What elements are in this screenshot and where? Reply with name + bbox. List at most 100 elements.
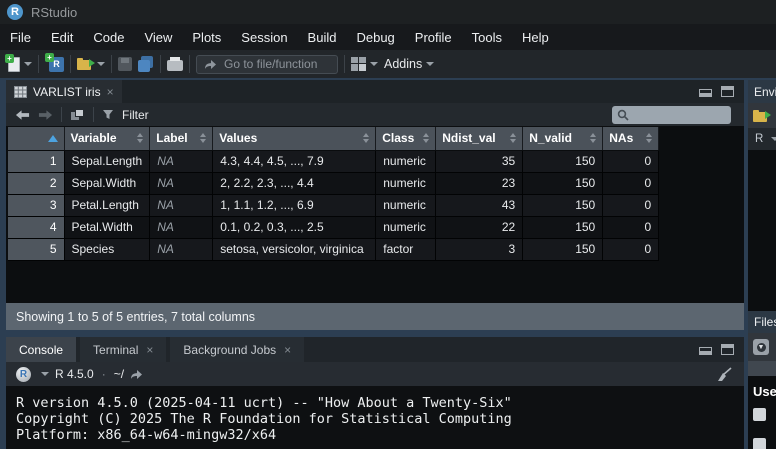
tab-environment[interactable]: Environment: [754, 85, 776, 99]
minimize-icon[interactable]: [699, 347, 712, 355]
column-header-class[interactable]: Class: [376, 127, 436, 150]
r-version-label[interactable]: R 4.5.0: [55, 367, 94, 381]
go-to-file-function-input[interactable]: Go to file/function: [196, 55, 338, 74]
console-pane-tab-bar: Console Terminal × Background Jobs ×: [6, 337, 744, 362]
open-file-button[interactable]: [77, 58, 105, 70]
files-toolbar: ▼: [748, 333, 776, 361]
maximize-icon[interactable]: [721, 86, 734, 97]
filter-label[interactable]: Filter: [122, 108, 149, 122]
menu-view[interactable]: View: [134, 30, 182, 45]
table-row[interactable]: 1 Sepal.Length NA 4.3, 4.4, 4.5, ..., 7.…: [8, 150, 659, 172]
menu-edit[interactable]: Edit: [41, 30, 83, 45]
environment-content: [748, 150, 776, 311]
toolbar-separator: [38, 55, 39, 73]
navigate-directory-icon[interactable]: [130, 369, 143, 380]
tab-varlist-iris[interactable]: VARLIST iris ×: [6, 80, 122, 103]
print-icon: [167, 60, 183, 71]
cell-values: 4.3, 4.4, 4.5, ..., 7.9: [213, 150, 376, 172]
row-number: 4: [8, 216, 64, 238]
menu-tools[interactable]: Tools: [462, 30, 512, 45]
environment-r-selector[interactable]: R: [748, 128, 776, 150]
table-row[interactable]: 3 Petal.Length NA 1, 1.1, 1.2, ..., 6.9 …: [8, 194, 659, 216]
chevron-down-icon[interactable]: [41, 372, 49, 376]
toolbar-separator: [160, 55, 161, 73]
menu-help[interactable]: Help: [512, 30, 559, 45]
addins-button[interactable]: Addins: [378, 57, 434, 71]
cell-class: numeric: [376, 150, 436, 172]
tab-console[interactable]: Console: [6, 337, 76, 362]
table-row[interactable]: 2 Sepal.Width NA 2, 2.2, 2.3, ..., 4.4 n…: [8, 172, 659, 194]
cell-values: setosa, versicolor, virginica: [213, 238, 376, 260]
table-row[interactable]: 5 Species NA setosa, versicolor, virgini…: [8, 238, 659, 260]
cell-ndist-val: 23: [436, 172, 523, 194]
sort-icon: [646, 133, 652, 143]
table-row[interactable]: 4 Petal.Width NA 0.1, 0.2, 0.3, ..., 2.5…: [8, 216, 659, 238]
new-project-button[interactable]: R+: [45, 57, 64, 72]
console-line: Platform: x86_64-w64-mingw32/x64: [16, 427, 744, 443]
row-number: 2: [8, 172, 64, 194]
title-bar: R RStudio: [0, 0, 776, 24]
cell-n-valid: 150: [523, 150, 603, 172]
column-header-values[interactable]: Values: [213, 127, 376, 150]
save-all-button[interactable]: [132, 56, 154, 72]
dot-separator: ·: [100, 367, 108, 381]
cell-nas: 0: [603, 172, 659, 194]
column-header-ndist-val[interactable]: Ndist_val: [436, 127, 523, 150]
open-new-window-icon[interactable]: [70, 108, 85, 121]
toolbar-separator: [70, 55, 71, 73]
cell-values: 0.1, 0.2, 0.3, ..., 2.5: [213, 216, 376, 238]
tab-terminal[interactable]: Terminal ×: [80, 337, 166, 362]
table-search-input[interactable]: [633, 109, 723, 121]
menu-profile[interactable]: Profile: [405, 30, 462, 45]
sort-icon: [363, 133, 369, 143]
column-header-index[interactable]: [8, 127, 64, 150]
menu-bar: File Edit Code View Plots Session Build …: [0, 24, 776, 50]
back-arrow-icon[interactable]: [15, 109, 30, 121]
new-file-icon: +: [8, 57, 20, 72]
load-workspace-icon[interactable]: [753, 110, 769, 122]
menu-file[interactable]: File: [0, 30, 41, 45]
tab-background-jobs[interactable]: Background Jobs ×: [170, 337, 304, 362]
close-icon[interactable]: ×: [146, 344, 153, 356]
console-output[interactable]: R version 4.5.0 (2025-04-11 ucrt) -- "Ho…: [6, 386, 744, 449]
forward-arrow-icon[interactable]: [38, 109, 53, 121]
file-checkbox[interactable]: [753, 438, 766, 449]
files-new-file-icon[interactable]: ▼: [753, 339, 769, 355]
source-pane-tab-bar: VARLIST iris ×: [6, 80, 744, 103]
column-header-nas[interactable]: NAs: [603, 127, 659, 150]
cell-variable: Petal.Length: [64, 194, 150, 216]
table-search-box[interactable]: [612, 106, 731, 124]
column-header-label[interactable]: Label: [150, 127, 213, 150]
sort-icon: [423, 133, 429, 143]
clear-console-broom-icon[interactable]: [715, 367, 732, 382]
pane-window-buttons: [699, 344, 734, 355]
minimize-icon[interactable]: [699, 89, 712, 97]
tab-files[interactable]: Files: [754, 315, 776, 329]
menu-code[interactable]: Code: [83, 30, 134, 45]
file-checkbox[interactable]: [753, 408, 766, 421]
filter-funnel-icon[interactable]: [102, 109, 114, 120]
cell-nas: 0: [603, 194, 659, 216]
chevron-down-icon: [771, 137, 776, 141]
new-project-icon: R+: [49, 57, 64, 72]
column-header-n-valid[interactable]: N_valid: [523, 127, 603, 150]
toolbar-separator: [61, 107, 62, 122]
menu-debug[interactable]: Debug: [346, 30, 404, 45]
save-button[interactable]: [118, 57, 132, 71]
menu-build[interactable]: Build: [298, 30, 347, 45]
pane-layout-button[interactable]: [351, 57, 378, 71]
cell-label: NA: [150, 216, 213, 238]
new-file-button[interactable]: +: [8, 57, 32, 72]
maximize-icon[interactable]: [721, 344, 734, 355]
cell-ndist-val: 43: [436, 194, 523, 216]
menu-session[interactable]: Session: [231, 30, 297, 45]
menu-plots[interactable]: Plots: [182, 30, 231, 45]
sort-icon: [200, 133, 206, 143]
close-icon[interactable]: ×: [284, 344, 291, 356]
chevron-down-icon: [426, 62, 434, 66]
column-header-variable[interactable]: Variable: [64, 127, 150, 150]
data-grid-icon: [14, 86, 27, 98]
close-icon[interactable]: ×: [107, 86, 114, 98]
print-button[interactable]: [167, 57, 183, 71]
cell-label: NA: [150, 150, 213, 172]
